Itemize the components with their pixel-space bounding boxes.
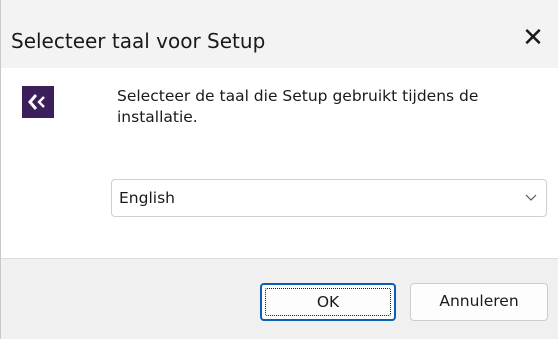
language-select[interactable]: English: [111, 179, 547, 217]
language-select-value: English: [119, 189, 175, 207]
setup-language-dialog: Selecteer taal voor Setup ✕ Selecteer de…: [0, 0, 558, 339]
footer-divider: [1, 258, 558, 259]
cancel-button[interactable]: Annuleren: [410, 283, 548, 321]
close-button[interactable]: ✕: [512, 20, 554, 58]
title-bar: Selecteer taal voor Setup ✕: [1, 0, 558, 68]
instruction-text: Selecteer de taal die Setup gebruikt tij…: [117, 87, 479, 126]
dialog-content: Selecteer de taal die Setup gebruikt tij…: [1, 68, 558, 258]
window-title: Selecteer taal voor Setup: [11, 29, 266, 53]
ok-button-label: OK: [265, 288, 391, 316]
ok-button[interactable]: OK: [260, 283, 396, 321]
setup-logo-icon: [22, 86, 54, 118]
close-icon: ✕: [522, 23, 544, 53]
chevron-down-icon: [525, 194, 537, 201]
